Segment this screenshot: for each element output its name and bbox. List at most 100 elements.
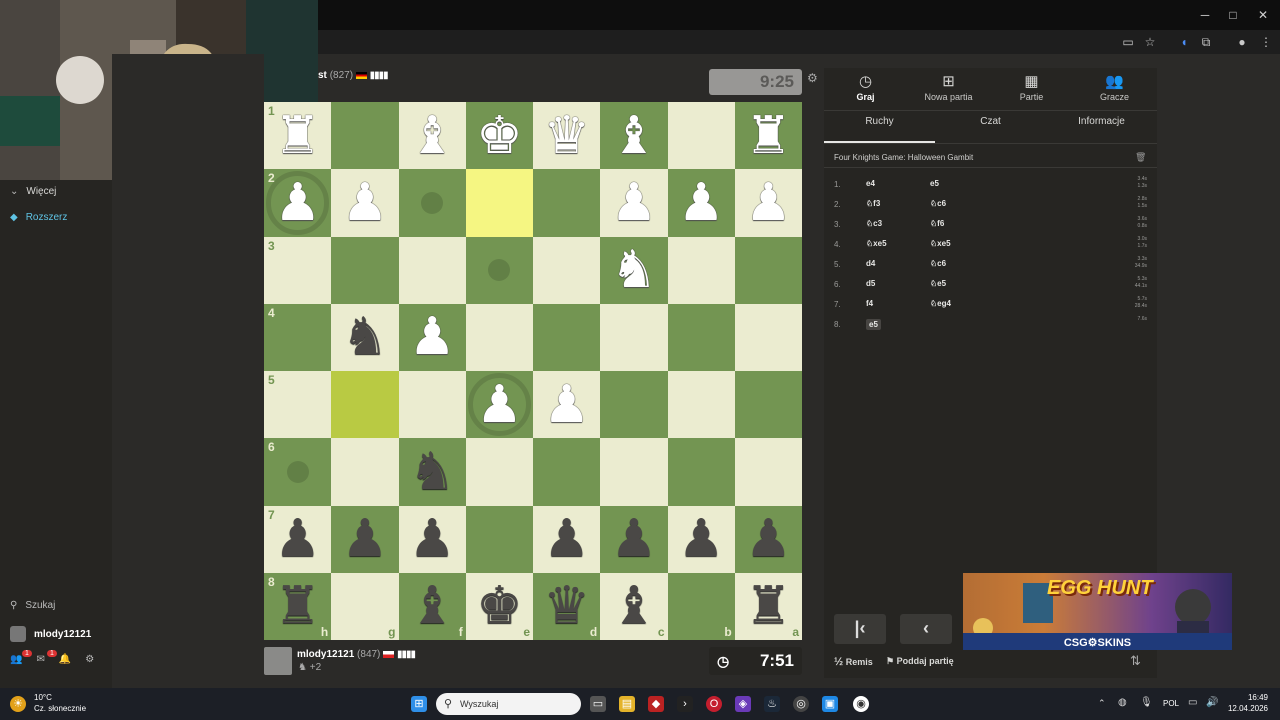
square-c5[interactable] bbox=[600, 371, 668, 439]
ad-banner[interactable]: EGG HUNT CSG⚙SKINS bbox=[963, 573, 1232, 650]
white-pawn-icon[interactable]: ♟ bbox=[399, 304, 466, 371]
black-move[interactable]: ♘c6 bbox=[930, 259, 946, 268]
chrome-icon[interactable]: ◉ bbox=[853, 696, 869, 712]
black-pawn-icon[interactable]: ♟ bbox=[264, 506, 331, 573]
flip-board-icon[interactable]: ⇅ bbox=[1130, 653, 1141, 669]
square-e6[interactable] bbox=[465, 438, 533, 506]
square-f3[interactable] bbox=[398, 236, 466, 304]
square-e8[interactable]: e ♚ bbox=[465, 572, 533, 640]
square-d6[interactable] bbox=[533, 438, 601, 506]
square-h4[interactable]: 4 bbox=[264, 303, 332, 371]
white-pawn-icon[interactable]: ♟ bbox=[735, 169, 802, 236]
opera-icon[interactable]: O bbox=[706, 696, 722, 712]
square-f1[interactable]: ♝ bbox=[398, 102, 466, 170]
square-d8[interactable]: d ♛ bbox=[533, 572, 601, 640]
white-move[interactable]: f4 bbox=[866, 299, 873, 308]
first-move-button[interactable]: |‹ bbox=[834, 614, 886, 644]
square-c8[interactable]: c ♝ bbox=[600, 572, 668, 640]
square-a7[interactable]: ♟ bbox=[734, 505, 802, 573]
black-pawn-icon[interactable]: ♟ bbox=[533, 506, 600, 573]
square-c6[interactable] bbox=[600, 438, 668, 506]
white-pawn-icon[interactable]: ♟ bbox=[331, 169, 398, 236]
square-f7[interactable]: ♟ bbox=[398, 505, 466, 573]
profile-icon[interactable]: ● bbox=[1234, 35, 1250, 49]
white-bishop-icon[interactable]: ♝ bbox=[600, 102, 667, 169]
black-pawn-icon[interactable]: ♟ bbox=[600, 506, 667, 573]
sidebar-upgrade[interactable]: ◆ Rozszerz bbox=[10, 212, 67, 223]
square-b2[interactable]: ♟ bbox=[667, 169, 735, 237]
square-a8[interactable]: a ♜ bbox=[734, 572, 802, 640]
friends-icon[interactable]: 👥 bbox=[10, 654, 22, 665]
mail-icon[interactable]: ✉ bbox=[36, 654, 44, 665]
terminal-icon[interactable]: › bbox=[677, 696, 693, 712]
board-settings-gear-icon[interactable]: ⚙ bbox=[807, 71, 818, 85]
square-d2[interactable] bbox=[533, 169, 601, 237]
white-move[interactable]: e5 bbox=[866, 319, 881, 330]
square-h3[interactable]: 3 bbox=[264, 236, 332, 304]
white-rook-icon[interactable]: ♜ bbox=[264, 102, 331, 169]
white-pawn-icon[interactable]: ♟ bbox=[668, 169, 735, 236]
black-move[interactable]: ♘c6 bbox=[930, 199, 946, 208]
black-pawn-icon[interactable]: ♟ bbox=[735, 506, 802, 573]
square-a5[interactable] bbox=[734, 371, 802, 439]
draw-button[interactable]: ½ Remis bbox=[834, 656, 873, 668]
subtab-chat[interactable]: Czat bbox=[935, 116, 1046, 127]
trash-icon[interactable]: 🗑 bbox=[1135, 152, 1146, 163]
white-move[interactable]: e4 bbox=[866, 179, 875, 188]
app-icon[interactable]: ◎ bbox=[793, 696, 809, 712]
menu-kebab-icon[interactable]: ⋮ bbox=[1258, 35, 1274, 49]
tray-app-icon[interactable]: ◍ bbox=[1118, 697, 1127, 708]
bell-icon[interactable]: 🔔 bbox=[59, 654, 71, 665]
taskbar-search[interactable]: ⚲ Wyszukaj bbox=[436, 693, 581, 715]
network-icon[interactable]: ▭ bbox=[1188, 697, 1197, 708]
square-g3[interactable] bbox=[331, 236, 399, 304]
extension-icon[interactable]: ◖ bbox=[1176, 35, 1192, 49]
black-queen-icon[interactable]: ♛ bbox=[533, 573, 600, 640]
square-f4[interactable]: ♟ bbox=[398, 303, 466, 371]
black-knight-icon[interactable]: ♞ bbox=[331, 304, 398, 371]
square-g6[interactable] bbox=[331, 438, 399, 506]
square-f2[interactable] bbox=[398, 169, 466, 237]
antivirus-icon[interactable]: ◆ bbox=[648, 696, 664, 712]
sidebar-profile[interactable]: mlody12121 bbox=[10, 626, 91, 642]
black-king-icon[interactable]: ♚ bbox=[466, 573, 533, 640]
black-bishop-icon[interactable]: ♝ bbox=[600, 573, 667, 640]
chevron-up-icon[interactable]: ⌃ bbox=[1098, 698, 1106, 709]
white-move[interactable]: ♘xe5 bbox=[866, 239, 887, 248]
square-a6[interactable] bbox=[734, 438, 802, 506]
square-b4[interactable] bbox=[667, 303, 735, 371]
square-a4[interactable] bbox=[734, 303, 802, 371]
square-d7[interactable]: ♟ bbox=[533, 505, 601, 573]
square-h5[interactable]: 5 bbox=[264, 371, 332, 439]
square-f5[interactable] bbox=[398, 371, 466, 439]
minimize-button[interactable]: ─ bbox=[1196, 8, 1214, 22]
app-icon[interactable]: ◈ bbox=[735, 696, 751, 712]
white-queen-icon[interactable]: ♛ bbox=[533, 102, 600, 169]
task-view-icon[interactable]: ▭ bbox=[590, 696, 606, 712]
square-b5[interactable] bbox=[667, 371, 735, 439]
black-knight-icon[interactable]: ♞ bbox=[399, 438, 466, 505]
square-f8[interactable]: f ♝ bbox=[398, 572, 466, 640]
square-a2[interactable]: ♟ bbox=[734, 169, 802, 237]
taskbar-clock[interactable]: 16:49 12.04.2026 bbox=[1226, 693, 1268, 713]
subtab-moves[interactable]: Ruchy bbox=[824, 116, 935, 127]
black-move[interactable]: ♘xe5 bbox=[930, 239, 951, 248]
black-pawn-icon[interactable]: ♟ bbox=[399, 506, 466, 573]
black-rook-icon[interactable]: ♜ bbox=[264, 573, 331, 640]
steam-icon[interactable]: ♨ bbox=[764, 696, 780, 712]
tab-new-game[interactable]: ⊞ Nowa partia bbox=[907, 72, 990, 102]
black-bishop-icon[interactable]: ♝ bbox=[399, 573, 466, 640]
white-king-icon[interactable]: ♚ bbox=[466, 102, 533, 169]
square-f6[interactable]: ♞ bbox=[398, 438, 466, 506]
black-pawn-icon[interactable]: ♟ bbox=[668, 506, 735, 573]
black-pawn-icon[interactable]: ♟ bbox=[331, 506, 398, 573]
extensions-puzzle-icon[interactable]: ⧉ bbox=[1198, 35, 1214, 49]
black-move[interactable]: ♘e5 bbox=[930, 279, 946, 288]
tab-play[interactable]: ◷ Graj bbox=[824, 72, 907, 102]
square-h6[interactable]: 6 bbox=[264, 438, 332, 506]
white-bishop-icon[interactable]: ♝ bbox=[399, 102, 466, 169]
square-g1[interactable] bbox=[331, 102, 399, 170]
square-b1[interactable] bbox=[667, 102, 735, 170]
square-g7[interactable]: ♟ bbox=[331, 505, 399, 573]
square-e1[interactable]: ♚ bbox=[465, 102, 533, 170]
